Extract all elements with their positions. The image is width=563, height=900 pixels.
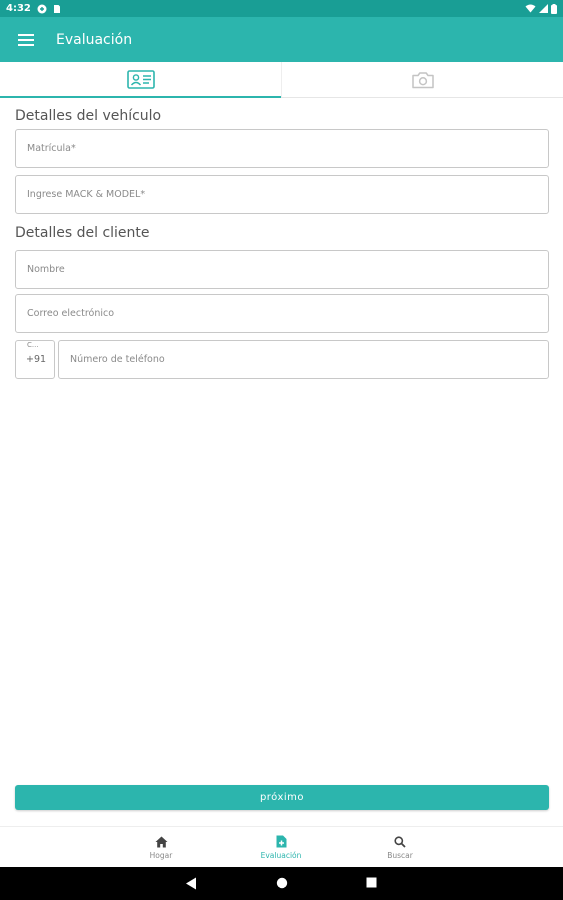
phone-field[interactable]: Número de teléfono xyxy=(58,340,549,379)
nav-label-evaluation: Evaluación xyxy=(260,851,302,860)
tab-photos[interactable] xyxy=(281,62,563,97)
nav-label-search: Buscar xyxy=(387,850,413,860)
client-section-title: Detalles del cliente xyxy=(15,225,150,241)
country-code-selector[interactable]: C... +91 xyxy=(15,340,55,379)
make-model-field[interactable]: Ingrese MACK & MODEL* xyxy=(15,175,549,214)
id-card-icon xyxy=(126,70,155,89)
country-code-label: C... xyxy=(27,341,39,349)
make-model-placeholder: Ingrese MACK & MODEL* xyxy=(27,189,146,200)
vehicle-section-title: Detalles del vehículo xyxy=(15,108,162,124)
sim-card-icon xyxy=(53,4,60,13)
plate-placeholder: Matrícula* xyxy=(27,143,76,154)
menu-icon[interactable] xyxy=(18,33,34,46)
app-notification-icon xyxy=(37,4,47,13)
phone-placeholder: Número de teléfono xyxy=(70,354,165,365)
back-icon[interactable] xyxy=(185,877,197,890)
wifi-icon xyxy=(525,4,536,13)
next-button[interactable]: próximo xyxy=(15,785,549,810)
signal-icon xyxy=(539,4,548,13)
email-placeholder: Correo electrónico xyxy=(27,308,115,319)
nav-label-home: Hogar xyxy=(149,850,173,860)
document-add-icon xyxy=(276,835,286,848)
battery-icon xyxy=(551,3,557,14)
camera-icon xyxy=(411,71,434,88)
status-right xyxy=(525,3,557,14)
system-nav-bar xyxy=(0,867,563,900)
home-icon xyxy=(155,836,167,847)
status-bar: 4:32 xyxy=(0,0,563,17)
recents-icon[interactable] xyxy=(366,877,377,888)
plate-field[interactable]: Matrícula* xyxy=(15,129,549,168)
tab-details[interactable] xyxy=(0,62,281,98)
email-field[interactable]: Correo electrónico xyxy=(15,294,549,333)
home-button-icon[interactable] xyxy=(276,877,288,889)
search-icon xyxy=(394,835,406,848)
app-bar: Evaluación xyxy=(0,17,563,62)
nav-item-evaluation[interactable]: Evaluación xyxy=(246,827,316,868)
status-time: 4:32 xyxy=(6,3,31,14)
nav-item-search[interactable]: Buscar xyxy=(365,827,435,868)
page-title: Evaluación xyxy=(56,31,133,48)
country-code-value: +91 xyxy=(26,354,47,365)
tab-bar xyxy=(0,62,563,98)
name-placeholder: Nombre xyxy=(27,264,65,275)
name-field[interactable]: Nombre xyxy=(15,250,549,289)
nav-item-home[interactable]: Hogar xyxy=(126,827,196,868)
bottom-nav: Hogar Evaluación Buscar xyxy=(0,826,563,867)
